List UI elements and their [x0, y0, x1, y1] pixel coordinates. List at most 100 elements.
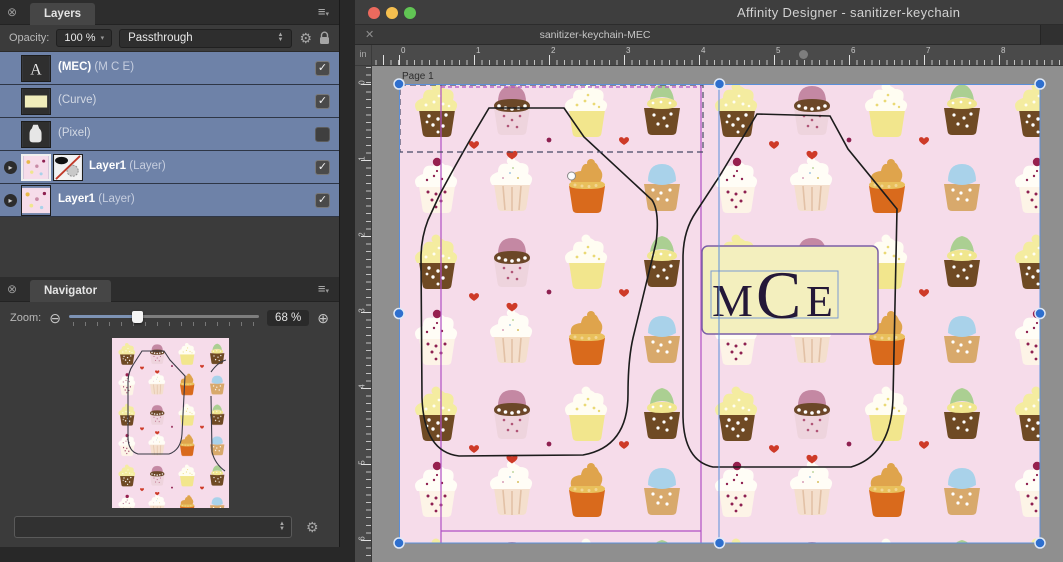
- layer-visibility-checkbox[interactable]: [315, 127, 330, 142]
- minimize-window-icon[interactable]: [386, 7, 398, 19]
- selection-handle[interactable]: [1034, 78, 1046, 90]
- tab-layers[interactable]: Layers: [30, 3, 96, 25]
- close-window-icon[interactable]: [368, 7, 380, 19]
- layers-options-row: Opacity: 100 % ▾ Passthrough ▲ ▼ ⚙: [0, 25, 339, 52]
- ruler-number: 2: [551, 46, 556, 55]
- titlebar[interactable]: Affinity Designer - sanitizer-keychain: [355, 0, 1063, 25]
- ruler-number: 6: [851, 46, 856, 55]
- document-tabbar: ✕ sanitizer-keychain-MEC: [355, 25, 1063, 45]
- vertical-ruler[interactable]: 0 1 2 3 4 5 6: [355, 66, 372, 562]
- layer-row[interactable]: A (MEC) (M C E) ✓: [0, 52, 339, 85]
- window-title: Affinity Designer - sanitizer-keychain: [737, 5, 961, 20]
- horizontal-ruler[interactable]: 0 1 2 3 4 5 6 7 8: [372, 45, 1063, 66]
- selection-handle[interactable]: [393, 307, 405, 320]
- monogram-letter-m: M: [712, 275, 753, 326]
- blend-mode-value: Passthrough: [128, 32, 193, 44]
- monogram-letter-e: E: [806, 277, 833, 326]
- lock-icon[interactable]: [319, 31, 330, 45]
- zoom-out-icon[interactable]: ⊖: [49, 310, 61, 327]
- monogram-plate[interactable]: M C E: [701, 245, 879, 335]
- navigator-panel-tabbar: ⊗ Navigator ≡▾: [0, 277, 339, 302]
- tab-layers-label: Layers: [44, 8, 82, 20]
- selection-handle[interactable]: [713, 78, 726, 90]
- opacity-label: Opacity:: [9, 32, 50, 44]
- layer-thumbnail[interactable]: [21, 88, 51, 115]
- stepper-icon: ▲ ▼: [279, 521, 285, 532]
- panel-menu-icon[interactable]: ≡▾: [318, 4, 329, 19]
- layer-thumbnail[interactable]: [21, 121, 51, 148]
- opacity-value[interactable]: 100 % ▾: [56, 29, 113, 47]
- layer-name: (Pixel): [58, 127, 91, 139]
- selection-handle[interactable]: [1034, 307, 1046, 320]
- panel-close-icon[interactable]: ⊗: [7, 5, 17, 19]
- expand-arrow-icon[interactable]: ▸: [4, 161, 17, 174]
- gear-icon[interactable]: ⚙: [299, 30, 312, 47]
- path-node[interactable]: [567, 171, 576, 181]
- zoom-slider-thumb[interactable]: [131, 311, 143, 323]
- ruler-number: 5: [776, 46, 781, 55]
- zoom-label: Zoom:: [10, 312, 42, 324]
- zoom-value[interactable]: 68 %: [267, 310, 310, 326]
- ruler-number: 4: [701, 46, 706, 55]
- zoom-slider[interactable]: [68, 310, 260, 326]
- ruler-number: 3: [357, 308, 367, 313]
- panel-bottom-row: ▲ ▼ ⚙: [0, 516, 339, 540]
- svg-text:A: A: [30, 62, 42, 79]
- selection-handle[interactable]: [713, 537, 726, 549]
- layers-panel-tabbar: ⊗ Layers ≡▾: [0, 0, 339, 25]
- ruler-number: 1: [476, 46, 481, 55]
- close-tab-icon[interactable]: ✕: [365, 28, 374, 41]
- layer-row[interactable]: ▸ Layer1 (Layer) ✓: [0, 184, 339, 217]
- monogram-letter-c: C: [756, 257, 801, 333]
- ruler-unit[interactable]: in: [355, 45, 372, 66]
- left-panel-group: ⊗ Layers ≡▾ Opacity: 100 % ▾ Passthrough…: [0, 0, 340, 547]
- expand-arrow-icon[interactable]: ▸: [4, 194, 17, 207]
- layer-visibility-checkbox[interactable]: ✓: [315, 193, 330, 208]
- layer-visibility-checkbox[interactable]: ✓: [315, 160, 330, 175]
- ruler-number: 0: [401, 46, 406, 55]
- tab-navigator[interactable]: Navigator: [30, 280, 112, 302]
- stepper-icon: ▲ ▼: [277, 32, 284, 43]
- document-tab[interactable]: ✕ sanitizer-keychain-MEC: [355, 25, 1041, 45]
- zoom-slider-track[interactable]: [68, 315, 260, 318]
- selection-handle[interactable]: [393, 78, 405, 90]
- document-tab-label: sanitizer-keychain-MEC: [539, 29, 651, 41]
- ruler-number: 6: [357, 536, 367, 541]
- ruler-number: 0: [357, 80, 367, 85]
- layer-row[interactable]: (Pixel): [0, 118, 339, 151]
- tab-navigator-label: Navigator: [44, 285, 98, 297]
- layer-name: (Curve): [58, 94, 97, 106]
- layers-list: A (MEC) (M C E) ✓ (Curve) ✓ (Pixel) ▸ Layer1 (L…: [0, 52, 339, 217]
- navigator-preview[interactable]: [112, 338, 229, 508]
- ruler-number: 5: [357, 460, 367, 465]
- panel-close-icon[interactable]: ⊗: [7, 282, 17, 296]
- layer-thumbnail[interactable]: [53, 154, 83, 181]
- page-label: Page 1: [402, 71, 434, 82]
- zoom-slider-ticks: [72, 322, 256, 326]
- ruler-number: 3: [626, 46, 631, 55]
- zoom-window-icon[interactable]: [404, 7, 416, 19]
- document-window: Affinity Designer - sanitizer-keychain ✕…: [355, 0, 1063, 562]
- panel-menu-icon[interactable]: ≡▾: [318, 281, 329, 296]
- layer-name: (MEC) (M C E): [58, 61, 135, 73]
- layer-thumbnail[interactable]: A: [21, 55, 51, 82]
- ruler-number: 4: [357, 384, 367, 389]
- layer-name: Layer1 (Layer): [89, 160, 166, 172]
- canvas-viewport[interactable]: Page 1 M C E: [372, 66, 1063, 562]
- layer-visibility-checkbox[interactable]: ✓: [315, 61, 330, 76]
- layer-name: Layer1 (Layer): [58, 193, 135, 205]
- layer-visibility-checkbox[interactable]: ✓: [315, 94, 330, 109]
- layer-row[interactable]: (Curve) ✓: [0, 85, 339, 118]
- ruler-marker-dot: [799, 50, 808, 59]
- selection-handle[interactable]: [1034, 537, 1046, 549]
- layer-thumbnail[interactable]: [21, 185, 51, 216]
- layer-thumbnail[interactable]: [21, 154, 51, 181]
- ruler-number: 1: [357, 156, 367, 161]
- ruler-number: 2: [357, 232, 367, 237]
- selection-handle[interactable]: [393, 537, 405, 549]
- zoom-in-icon[interactable]: ⊕: [317, 310, 329, 327]
- preset-select[interactable]: ▲ ▼: [14, 516, 292, 538]
- layer-row[interactable]: ▸ Layer1 (Layer) ✓: [0, 151, 339, 184]
- gear-icon[interactable]: ⚙: [306, 519, 319, 536]
- blend-mode-select[interactable]: Passthrough ▲ ▼: [119, 28, 293, 48]
